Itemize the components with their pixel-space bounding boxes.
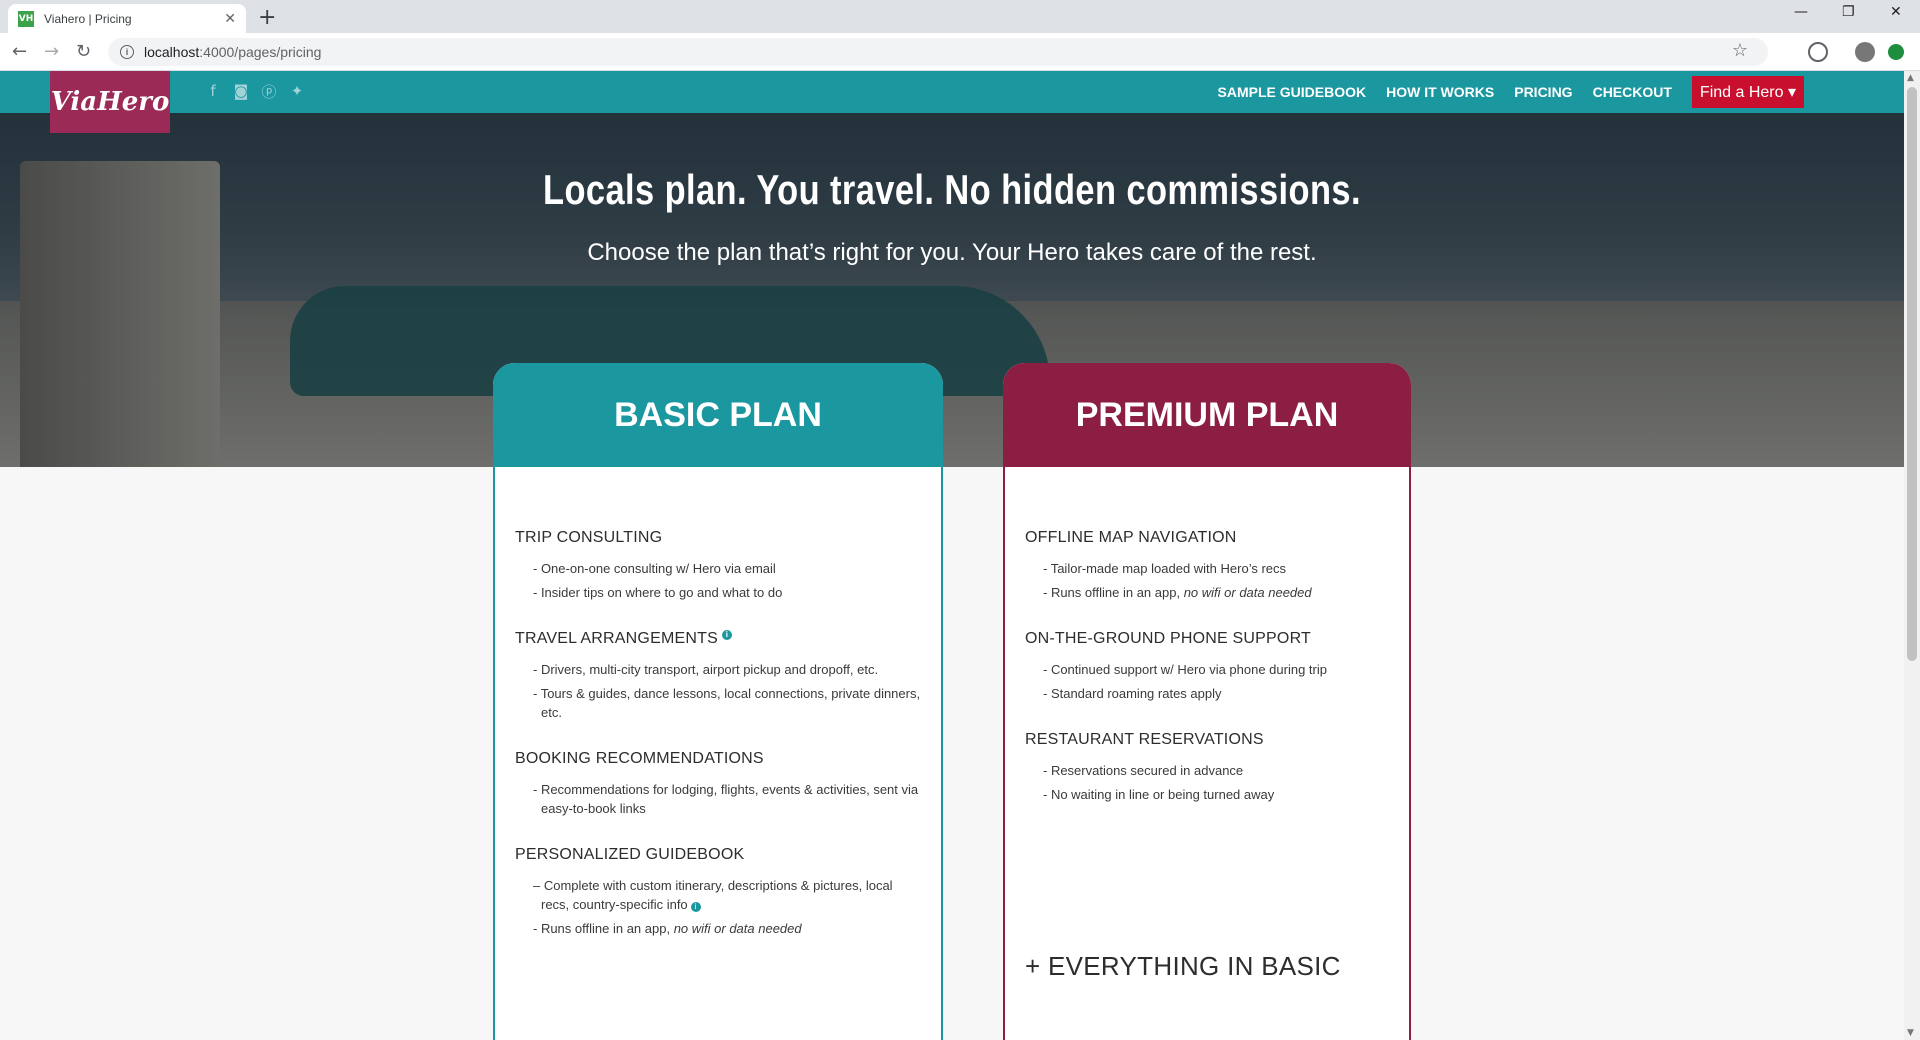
- premium-plan-title: PREMIUM PLAN: [1003, 363, 1411, 467]
- viahero-logo[interactable]: ViaHero: [50, 71, 170, 133]
- list-item: - Runs offline in an app, no wifi or dat…: [533, 921, 802, 936]
- page-scrollbar[interactable]: ▲ ▼: [1904, 71, 1920, 1040]
- basic-section-booking: BOOKING RECOMMENDATIONS - Recommendation…: [515, 750, 921, 818]
- url-bar[interactable]: i localhost:4000/pages/pricing ☆: [108, 38, 1768, 66]
- list-item: - Reservations secured in advance: [1043, 763, 1244, 778]
- list-item: - Insider tips on where to go and what t…: [533, 585, 783, 600]
- instagram-icon[interactable]: ◙: [231, 81, 251, 101]
- find-a-hero-button[interactable]: Find a Hero ▾: [1691, 76, 1804, 108]
- back-icon[interactable]: ←: [12, 41, 27, 62]
- nav-checkout[interactable]: CHECKOUT: [1593, 84, 1672, 100]
- everything-in-basic: + EVERYTHING IN BASIC: [1025, 951, 1341, 981]
- premium-section-map: OFFLINE MAP NAVIGATION - Tailor-made map…: [1025, 529, 1389, 602]
- nav-sample-guidebook[interactable]: SAMPLE GUIDEBOOK: [1218, 84, 1367, 100]
- tab-title: Viahero | Pricing: [44, 11, 132, 26]
- premium-section-restaurants: RESTAURANT RESERVATIONS - Reservations s…: [1025, 731, 1389, 804]
- basic-plan-title: BASIC PLAN: [493, 363, 943, 467]
- pinterest-icon[interactable]: ⓟ: [259, 81, 279, 101]
- twitter-icon[interactable]: ✦: [287, 81, 307, 101]
- scroll-up-icon[interactable]: ▲: [1907, 73, 1914, 83]
- info-icon[interactable]: i: [690, 902, 701, 912]
- scrollbar-thumb[interactable]: [1907, 87, 1917, 661]
- list-item: – Complete with custom itinerary, descri…: [533, 878, 893, 912]
- list-item: - Tailor-made map loaded with Hero’s rec…: [1043, 561, 1287, 576]
- profile-avatar[interactable]: [1855, 42, 1875, 62]
- list-item: - Runs offline in an app, no wifi or dat…: [1043, 585, 1312, 600]
- browser-tab[interactable]: VH Viahero | Pricing ✕: [8, 4, 246, 33]
- list-item: - Standard roaming rates apply: [1043, 686, 1222, 701]
- facebook-icon[interactable]: f: [203, 81, 223, 101]
- new-tab-icon[interactable]: +: [258, 5, 276, 30]
- address-toolbar: ← → ↻ i localhost:4000/pages/pricing ☆: [0, 33, 1920, 71]
- extension-icon[interactable]: [1808, 42, 1828, 62]
- nav-how-it-works[interactable]: HOW IT WORKS: [1386, 84, 1494, 100]
- site-info-icon[interactable]: i: [120, 45, 134, 59]
- browser-tab-strip: VH Viahero | Pricing ✕ + — ❐ ✕: [0, 0, 1920, 33]
- close-window-icon[interactable]: ✕: [1890, 4, 1902, 20]
- hero-banner: Locals plan. You travel. No hidden commi…: [0, 71, 1904, 467]
- list-item: - Recommendations for lodging, flights, …: [533, 782, 919, 816]
- list-item: - Continued support w/ Hero via phone du…: [1043, 662, 1327, 677]
- url-text: localhost:4000/pages/pricing: [144, 44, 322, 60]
- page-viewport: Locals plan. You travel. No hidden commi…: [0, 71, 1904, 1040]
- nav-pricing[interactable]: PRICING: [1514, 84, 1572, 100]
- tab-close-icon[interactable]: ✕: [224, 10, 236, 27]
- forward-icon[interactable]: →: [44, 41, 59, 62]
- site-favicon-icon: VH: [18, 10, 34, 27]
- hero-headline: Locals plan. You travel. No hidden commi…: [543, 166, 1361, 213]
- list-item: - Drivers, multi-city transport, airport…: [533, 662, 879, 677]
- premium-plan-card: PREMIUM PLAN OFFLINE MAP NAVIGATION - Ta…: [1003, 363, 1411, 1040]
- scroll-down-icon[interactable]: ▼: [1907, 1028, 1914, 1038]
- basic-plan-card: BASIC PLAN TRIP CONSULTING - One-on-one …: [493, 363, 943, 1040]
- hero-subline: Choose the plan that’s right for you. Yo…: [587, 239, 1317, 266]
- premium-section-phone-support: ON-THE-GROUND PHONE SUPPORT - Continued …: [1025, 630, 1389, 703]
- site-navbar: SAMPLE GUIDEBOOK HOW IT WORKS PRICING CH…: [0, 71, 1904, 113]
- basic-section-guidebook: PERSONALIZED GUIDEBOOK – Complete with c…: [515, 846, 921, 938]
- list-item: - Tours & guides, dance lessons, local c…: [533, 686, 921, 720]
- basic-section-trip-consulting: TRIP CONSULTING - One-on-one consulting …: [515, 529, 921, 602]
- reload-icon[interactable]: ↻: [76, 41, 91, 62]
- basic-section-travel-arrangements: TRAVEL ARRANGEMENTS i - Drivers, multi-ci…: [515, 630, 921, 720]
- list-item: - One-on-one consulting w/ Hero via emai…: [533, 561, 776, 576]
- minimize-icon[interactable]: —: [1794, 4, 1808, 20]
- nav-links: SAMPLE GUIDEBOOK HOW IT WORKS PRICING CH…: [1198, 71, 1804, 113]
- bookmark-star-icon[interactable]: ☆: [1732, 40, 1748, 61]
- restore-icon[interactable]: ❐: [1842, 4, 1855, 20]
- info-icon[interactable]: i: [721, 630, 732, 640]
- list-item: - No waiting in line or being turned awa…: [1043, 787, 1275, 802]
- update-icon[interactable]: [1888, 44, 1904, 60]
